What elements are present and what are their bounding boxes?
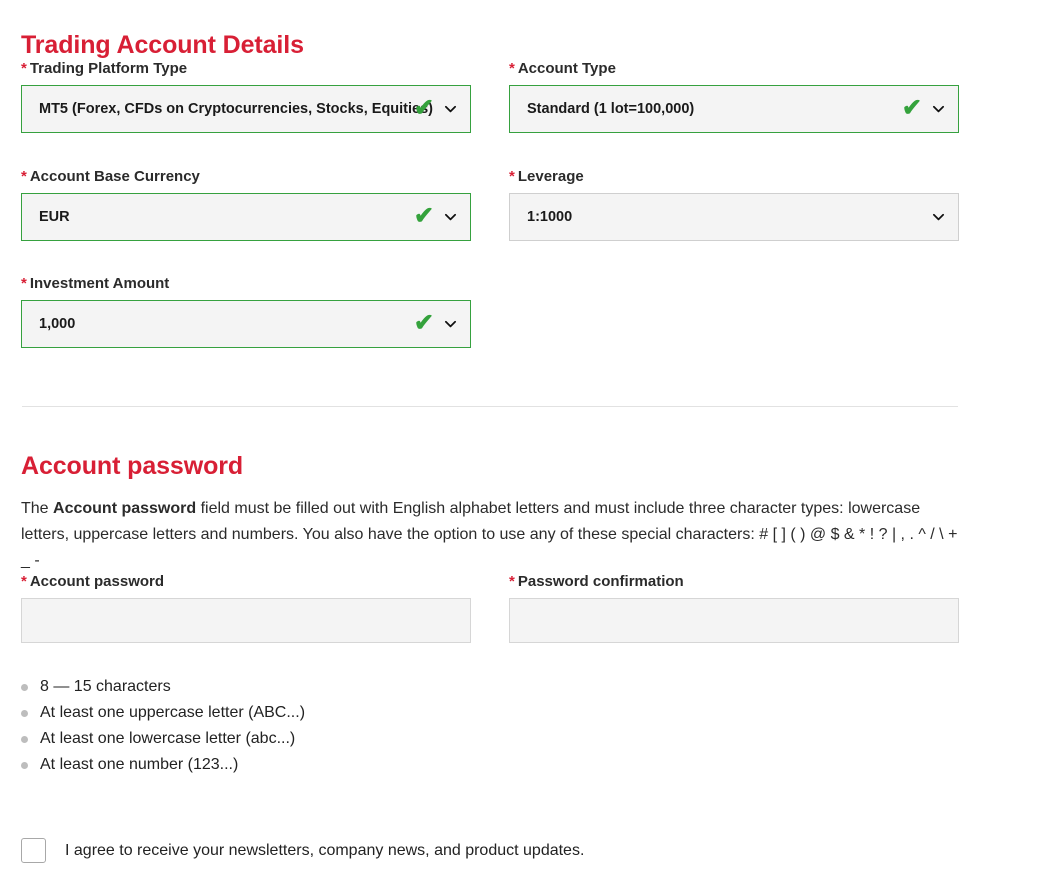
label-trading-platform-type: *Trading Platform Type <box>21 60 471 78</box>
select-account-type[interactable]: Standard (1 lot=100,000) ✔ <box>509 85 959 133</box>
required-marker: * <box>21 573 27 590</box>
label-investment-amount: *Investment Amount <box>21 275 471 293</box>
section-divider <box>22 406 958 407</box>
field-account-password: *Account password <box>21 573 471 643</box>
label-text: Investment Amount <box>30 275 169 292</box>
password-description: The Account password field must be fille… <box>21 496 966 574</box>
account-password-heading: Account password <box>21 452 243 481</box>
field-investment-amount: *Investment Amount 1,000 ✔ <box>21 275 471 348</box>
list-item: At least one number (123...) <box>21 752 305 778</box>
required-marker: * <box>509 168 515 185</box>
field-leverage: *Leverage 1:1000 <box>509 168 959 241</box>
list-item: At least one uppercase letter (ABC...) <box>21 700 305 726</box>
required-marker: * <box>21 60 27 77</box>
chevron-down-icon[interactable] <box>444 211 457 224</box>
label-text: Account Base Currency <box>30 168 200 185</box>
valid-check-icon: ✔ <box>414 97 434 121</box>
select-value: MT5 (Forex, CFDs on Cryptocurrencies, St… <box>22 101 470 117</box>
label-text: Account password <box>30 573 164 590</box>
field-account-base-currency: *Account Base Currency EUR ✔ <box>21 168 471 241</box>
label-text: Leverage <box>518 168 584 185</box>
password-confirmation-input[interactable] <box>509 598 959 643</box>
label-text: Password confirmation <box>518 573 684 590</box>
select-value: 1:1000 <box>510 209 958 225</box>
select-investment-amount[interactable]: 1,000 ✔ <box>21 300 471 348</box>
label-leverage: *Leverage <box>509 168 959 186</box>
label-account-password: *Account password <box>21 573 471 591</box>
account-password-input[interactable] <box>21 598 471 643</box>
required-marker: * <box>21 275 27 292</box>
label-account-base-currency: *Account Base Currency <box>21 168 471 186</box>
list-item: At least one lowercase letter (abc...) <box>21 726 305 752</box>
chevron-down-icon[interactable] <box>444 318 457 331</box>
list-item: 8 — 15 characters <box>21 674 305 700</box>
label-account-type: *Account Type <box>509 60 959 78</box>
label-text: Account Type <box>518 60 616 77</box>
select-value: EUR <box>22 209 470 225</box>
select-leverage[interactable]: 1:1000 <box>509 193 959 241</box>
newsletter-consent-label: I agree to receive your newsletters, com… <box>65 842 584 860</box>
valid-check-icon: ✔ <box>414 312 434 336</box>
select-account-base-currency[interactable]: EUR ✔ <box>21 193 471 241</box>
desc-part-1: The <box>21 500 53 517</box>
required-marker: * <box>21 168 27 185</box>
field-account-type: *Account Type Standard (1 lot=100,000) ✔ <box>509 60 959 133</box>
registration-form-page: Trading Account Details *Trading Platfor… <box>0 0 1045 888</box>
valid-check-icon: ✔ <box>902 97 922 121</box>
field-trading-platform-type: *Trading Platform Type MT5 (Forex, CFDs … <box>21 60 471 133</box>
chevron-down-icon[interactable] <box>932 211 945 224</box>
valid-check-icon: ✔ <box>414 205 434 229</box>
field-password-confirmation: *Password confirmation <box>509 573 959 643</box>
required-marker: * <box>509 60 515 77</box>
trading-account-details-heading: Trading Account Details <box>21 31 304 60</box>
desc-bold: Account password <box>53 500 196 517</box>
label-password-confirmation: *Password confirmation <box>509 573 959 591</box>
newsletter-consent-checkbox[interactable] <box>21 838 46 863</box>
select-trading-platform-type[interactable]: MT5 (Forex, CFDs on Cryptocurrencies, St… <box>21 85 471 133</box>
chevron-down-icon[interactable] <box>444 103 457 116</box>
select-value: 1,000 <box>22 316 470 332</box>
chevron-down-icon[interactable] <box>932 103 945 116</box>
newsletter-consent-row: I agree to receive your newsletters, com… <box>21 838 584 863</box>
label-text: Trading Platform Type <box>30 60 187 77</box>
password-requirements-list: 8 — 15 characters At least one uppercase… <box>21 674 305 778</box>
required-marker: * <box>509 573 515 590</box>
select-value: Standard (1 lot=100,000) <box>510 101 958 117</box>
